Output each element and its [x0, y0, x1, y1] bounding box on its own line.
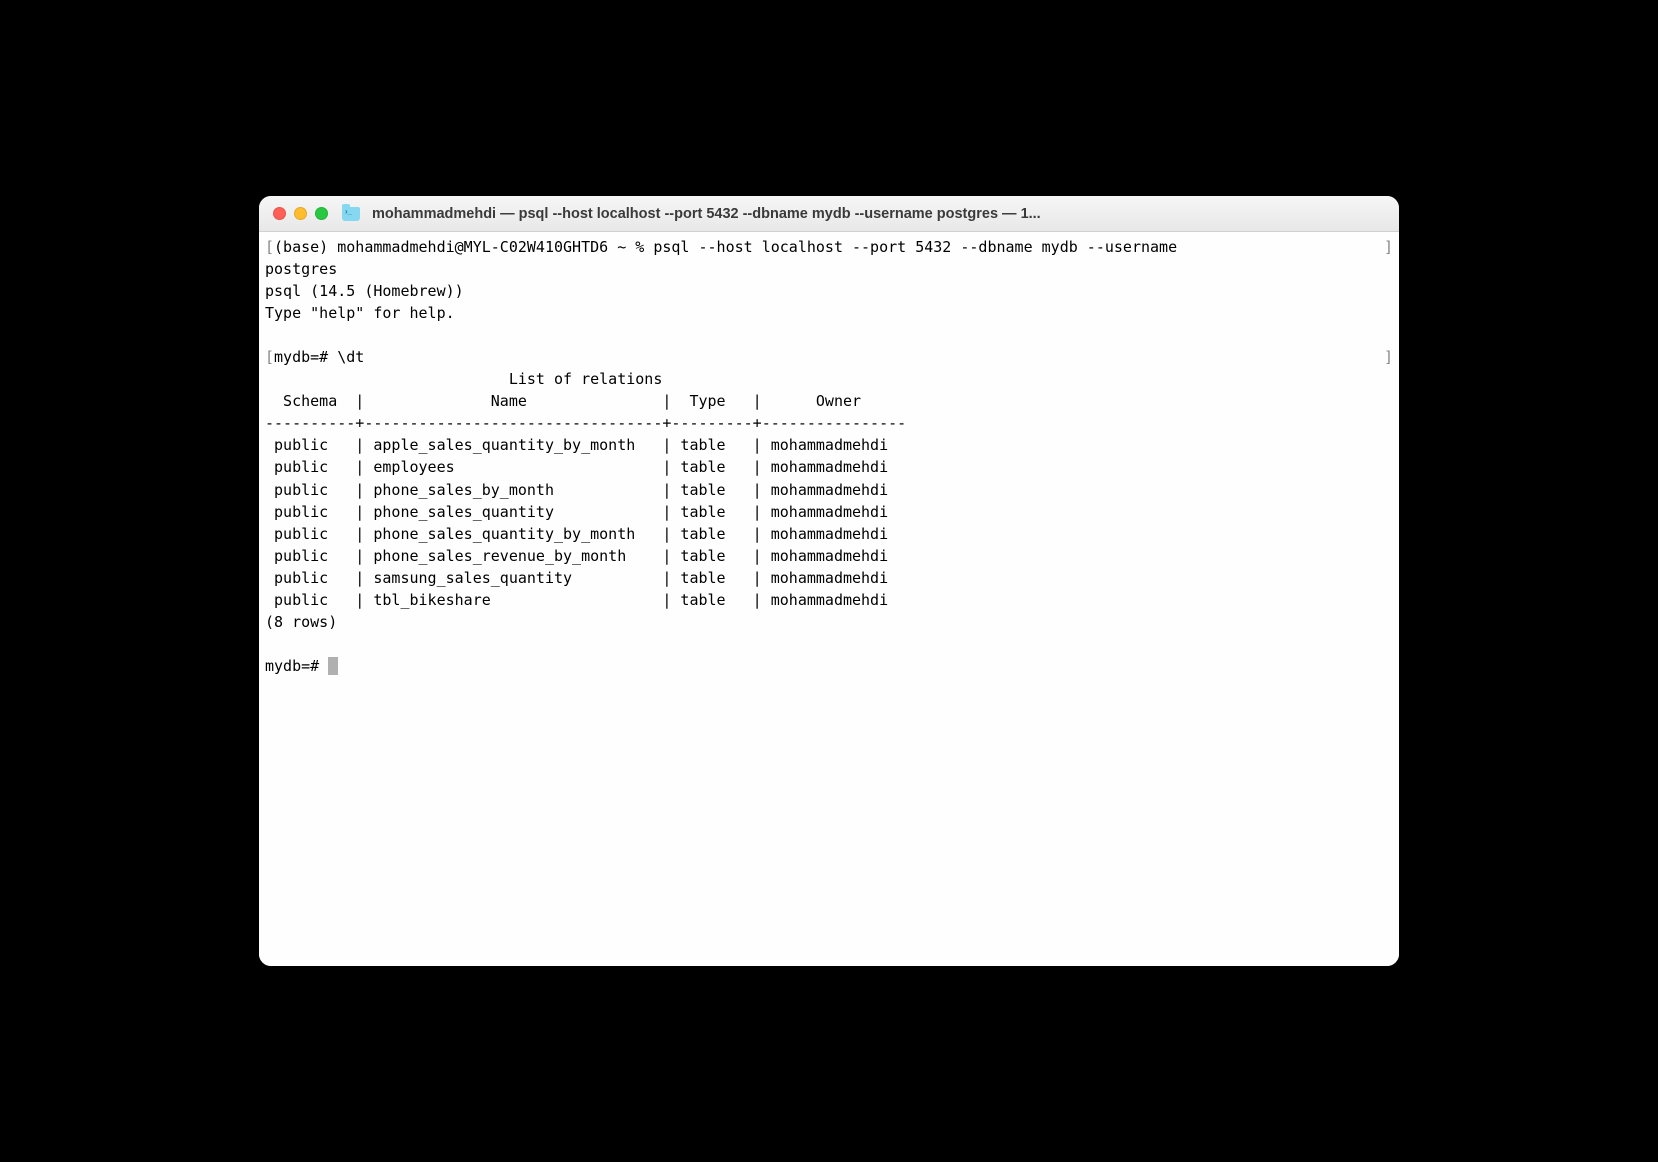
table-row: public | phone_sales_quantity_by_month |…: [265, 523, 1393, 545]
table-header: Schema | Name | Type | Owner: [265, 390, 1393, 412]
dt-command-line: [mydb=# \dt]: [265, 346, 1393, 368]
titlebar: mohammadmehdi — psql --host localhost --…: [259, 196, 1399, 232]
help-line: Type "help" for help.: [265, 302, 1393, 324]
traffic-lights: [273, 207, 328, 220]
table-row: public | phone_sales_by_month | table | …: [265, 479, 1393, 501]
table-row: public | phone_sales_quantity | table | …: [265, 501, 1393, 523]
blank-line: [265, 633, 1393, 655]
table-row: public | samsung_sales_quantity | table …: [265, 567, 1393, 589]
minimize-icon[interactable]: [294, 207, 307, 220]
prompt-line[interactable]: mydb=#: [265, 655, 1393, 677]
table-row: public | employees | table | mohammadmeh…: [265, 456, 1393, 478]
version-line: psql (14.5 (Homebrew)): [265, 280, 1393, 302]
folder-icon: [342, 207, 360, 221]
terminal-content[interactable]: [(base) mohammadmehdi@MYL-C02W410GHTD6 ~…: [259, 232, 1399, 966]
row-count: (8 rows): [265, 611, 1393, 633]
table-title: List of relations: [265, 368, 1393, 390]
table-divider: ----------+-----------------------------…: [265, 412, 1393, 434]
shell-line-cont: postgres: [265, 258, 1393, 280]
table-row: public | tbl_bikeshare | table | mohamma…: [265, 589, 1393, 611]
cursor-icon: [328, 657, 338, 675]
close-icon[interactable]: [273, 207, 286, 220]
zoom-icon[interactable]: [315, 207, 328, 220]
terminal-window: mohammadmehdi — psql --host localhost --…: [259, 196, 1399, 966]
table-row: public | apple_sales_quantity_by_month |…: [265, 434, 1393, 456]
shell-line: [(base) mohammadmehdi@MYL-C02W410GHTD6 ~…: [265, 236, 1393, 258]
blank-line: [265, 324, 1393, 346]
table-row: public | phone_sales_revenue_by_month | …: [265, 545, 1393, 567]
window-title: mohammadmehdi — psql --host localhost --…: [372, 206, 1385, 222]
